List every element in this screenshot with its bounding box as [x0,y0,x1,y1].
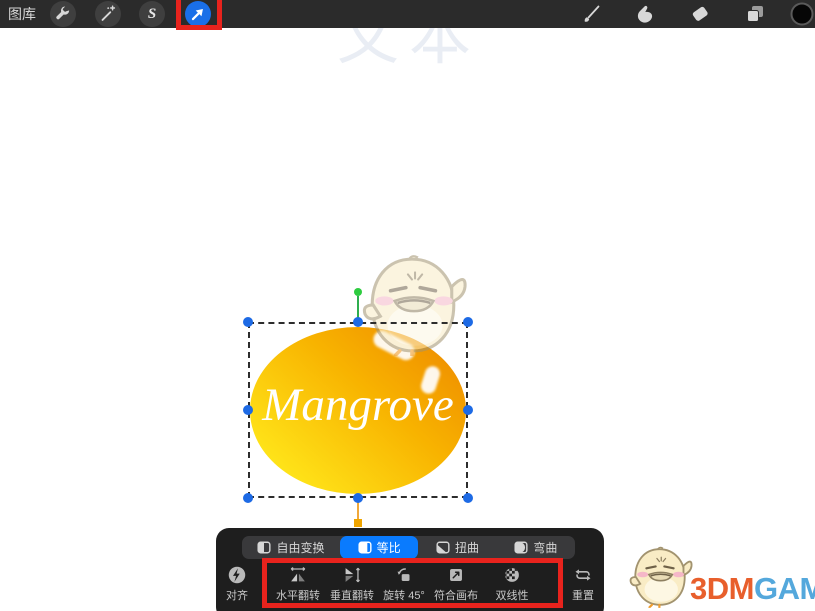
reset-icon [572,564,594,586]
distort-icon [436,541,450,554]
action-label: 对齐 [207,587,267,603]
selection-s-icon: S [148,6,156,23]
rotation-handle[interactable] [354,288,362,296]
3dmgame-watermark: 3DMGAME [626,546,815,608]
anchor-line [357,500,359,520]
selection-handle-middle-right[interactable] [463,405,473,415]
adjustments-button[interactable] [95,1,121,27]
selection-handle-bottom-right[interactable] [463,493,473,503]
selection-handle-top-middle[interactable] [353,317,363,327]
logo-3dm-text: 3DM [690,571,754,606]
logo-game-text: GAME [754,571,815,606]
mode-tab-label: 扭曲 [455,539,479,556]
mode-tab-label: 自由变换 [276,539,324,556]
procreate-transform-screen: 文本 Mangrove 图库 S [0,0,815,611]
snapping-button[interactable]: 对齐 [207,564,267,603]
layers-button[interactable] [743,2,767,26]
color-swatch-button[interactable] [790,2,814,26]
magic-wand-icon [97,3,119,25]
warp-icon [514,541,528,554]
selection-handle-bottom-left[interactable] [243,493,253,503]
brush-tool-button[interactable] [580,2,604,26]
mode-tab-label: 等比 [377,539,401,556]
mode-tab-label: 弯曲 [533,539,557,556]
3dmgame-logo-text: 3DMGAME [690,573,815,608]
highlight-box-flip-actions [262,558,563,608]
mode-tab-warp[interactable]: 弯曲 [497,536,575,559]
selection-handle-bottom-middle[interactable] [353,493,363,503]
mode-tab-distort[interactable]: 扭曲 [418,536,496,559]
actions-button[interactable] [50,1,76,27]
anchor-square[interactable] [354,519,362,527]
top-toolbar: 图库 S [0,0,815,28]
gallery-button[interactable]: 图库 [8,0,36,28]
uniform-icon [358,541,372,554]
selection-button[interactable]: S [139,1,165,27]
mode-tab-freeform[interactable]: 自由变换 [242,536,340,559]
highlight-box-transform-tool [176,0,222,30]
eraser-tool-button[interactable] [688,2,712,26]
selection-handle-middle-left[interactable] [243,405,253,415]
wrench-icon [52,3,74,25]
snapping-lightning-icon [226,564,248,586]
mode-tab-uniform[interactable]: 等比 [340,536,418,559]
selection-handle-top-right[interactable] [463,317,473,327]
transform-mode-segmented-control: 自由变换 等比 扭曲 弯曲 [242,536,575,559]
freeform-icon [257,541,271,554]
smudge-tool-button[interactable] [633,2,657,26]
selection-bounding-box[interactable] [248,322,468,498]
selection-handle-top-left[interactable] [243,317,253,327]
3dm-chick-logo-icon [626,546,694,608]
